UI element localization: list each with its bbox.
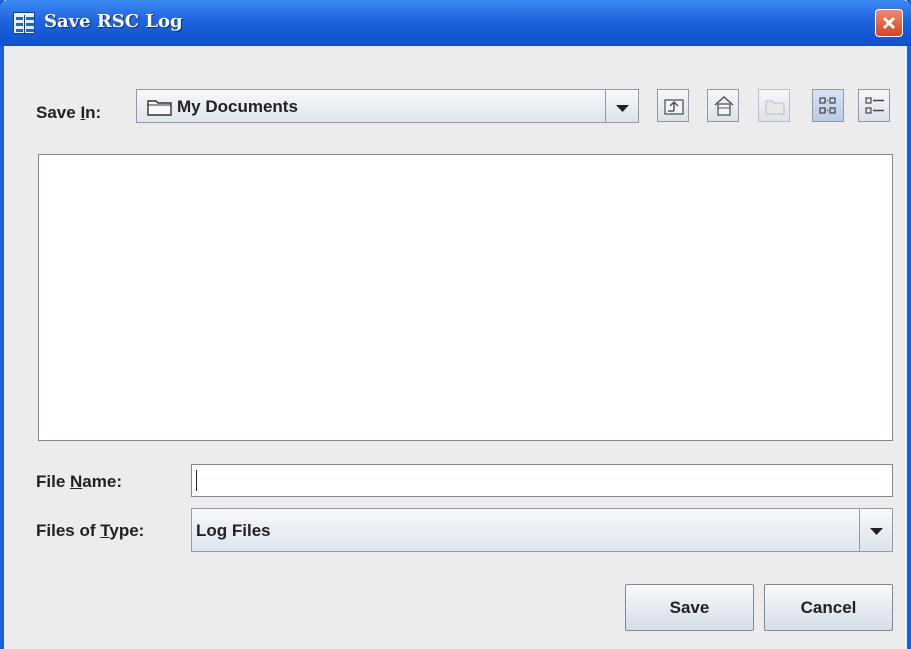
new-folder-button[interactable]: [758, 89, 790, 122]
close-button[interactable]: [875, 9, 903, 37]
details-view-icon: [865, 97, 884, 114]
home-button[interactable]: [707, 89, 739, 122]
files-of-type-value: Log Files: [196, 521, 271, 540]
title-bar[interactable]: Save RSC Log: [0, 0, 911, 46]
file-name-label: File Name:: [36, 472, 122, 491]
save-in-combo[interactable]: My Documents: [136, 89, 639, 123]
app-icon: [13, 12, 35, 34]
window-title: Save RSC Log: [44, 11, 183, 32]
folder-icon: [147, 100, 172, 116]
file-list-pane[interactable]: [38, 154, 893, 441]
list-view-button[interactable]: [812, 89, 844, 122]
files-of-type-dropdown-arrow[interactable]: [859, 509, 892, 551]
save-in-dropdown-arrow[interactable]: [605, 90, 638, 122]
save-button[interactable]: Save: [625, 584, 754, 631]
save-dialog-window: Save RSC Log Save In: My Documents File …: [0, 0, 911, 649]
up-one-level-button[interactable]: [657, 89, 689, 122]
text-caret: [196, 470, 197, 491]
cancel-button[interactable]: Cancel: [764, 584, 893, 631]
file-name-input[interactable]: [191, 464, 893, 497]
chevron-down-icon: [616, 105, 629, 112]
save-in-label: Save In:: [36, 103, 102, 122]
home-icon: [714, 95, 734, 116]
chevron-down-icon: [870, 528, 883, 535]
save-in-value: My Documents: [177, 97, 298, 116]
list-view-icon: [819, 97, 836, 114]
new-folder-icon: [765, 100, 785, 115]
close-icon: [882, 16, 896, 30]
files-of-type-combo[interactable]: Log Files: [191, 508, 893, 552]
up-one-level-icon: [664, 99, 684, 115]
details-view-button[interactable]: [858, 89, 890, 122]
files-of-type-label: Files of Type:: [36, 521, 145, 540]
